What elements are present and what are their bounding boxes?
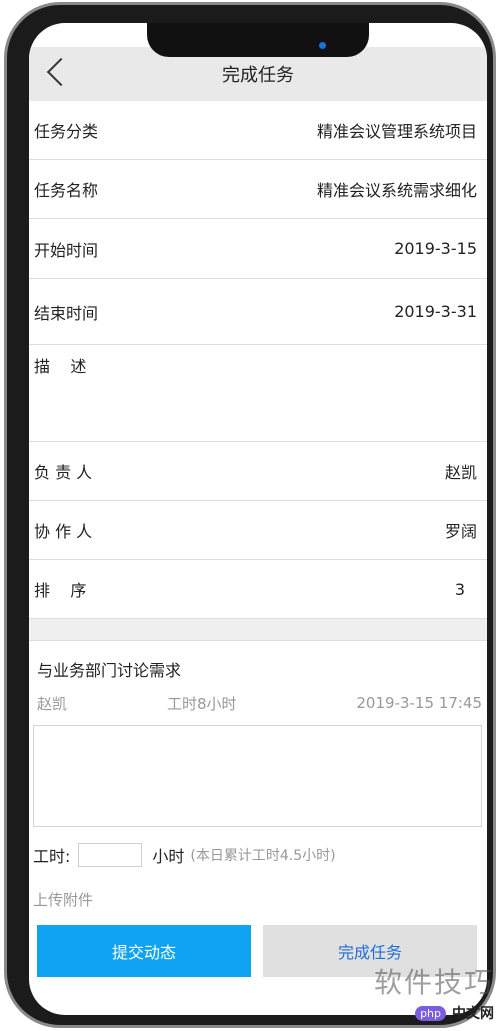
field-label: 协 作 人 bbox=[34, 522, 93, 541]
field-value: 2019-3-15 bbox=[394, 239, 477, 258]
signal-icon: ▁▃▅ bbox=[405, 31, 426, 43]
status-time: 02:18 bbox=[445, 30, 477, 44]
log-time: 2019-3-15 17:45 bbox=[356, 694, 482, 712]
field-label: 结束时间 bbox=[34, 303, 99, 323]
screen: ▁▃▅ 02:18 完成任务 任务分类 精准会议管理系统项目 任务名称 精准会议… bbox=[29, 23, 487, 1015]
submit-update-button[interactable]: 提交动态 bbox=[37, 925, 251, 977]
chevron-left-icon bbox=[46, 57, 76, 87]
field-row-end-date[interactable]: 结束时间 2019-3-31 bbox=[29, 279, 487, 345]
hours-unit: 小时 bbox=[152, 847, 185, 866]
field-value: 精准会议管理系统项目 bbox=[316, 122, 477, 141]
hours-label: 工时: bbox=[33, 847, 71, 866]
wifi-icon bbox=[385, 32, 400, 42]
task-details: 任务分类 精准会议管理系统项目 任务名称 精准会议系统需求细化 开始时间 201… bbox=[29, 101, 487, 977]
section-divider bbox=[29, 619, 487, 641]
back-button[interactable] bbox=[43, 55, 76, 91]
battery-icon bbox=[431, 31, 440, 43]
field-row-start-date[interactable]: 开始时间 2019-3-15 bbox=[29, 219, 487, 279]
field-label: 描 述 bbox=[34, 357, 87, 376]
field-value: 精准会议系统需求细化 bbox=[316, 181, 477, 200]
hours-input[interactable] bbox=[78, 843, 143, 867]
field-row-order: 排 序 3 bbox=[29, 560, 487, 619]
page-title: 完成任务 bbox=[222, 65, 294, 86]
watermark: 软件技巧 php 中文网 bbox=[374, 961, 494, 1023]
field-row-category: 任务分类 精准会议管理系统项目 bbox=[29, 101, 487, 160]
log-entry-title: 与业务部门讨论需求 bbox=[37, 661, 182, 680]
upload-attachment-link[interactable]: 上传附件 bbox=[29, 883, 487, 915]
update-textarea[interactable] bbox=[33, 725, 482, 827]
log-hours: 工时8小时 bbox=[167, 694, 237, 713]
field-value: 3 bbox=[454, 579, 465, 599]
phone-frame: ▁▃▅ 02:18 完成任务 任务分类 精准会议管理系统项目 任务名称 精准会议… bbox=[4, 2, 496, 1028]
field-value: 赵凯 bbox=[444, 463, 477, 482]
watermark-text: 软件技巧 bbox=[373, 966, 494, 999]
field-row-owner: 负 责 人 赵凯 bbox=[29, 442, 487, 501]
log-entry-meta: 赵凯 工时8小时 2019-3-15 17:45 bbox=[29, 685, 487, 721]
hours-note: (本日累计工时4.5小时) bbox=[190, 848, 336, 864]
field-label: 任务名称 bbox=[34, 181, 99, 200]
hours-entry: 工时: 小时 (本日累计工时4.5小时) bbox=[29, 827, 487, 883]
field-label: 负 责 人 bbox=[34, 463, 93, 482]
notch bbox=[147, 23, 369, 57]
log-person: 赵凯 bbox=[37, 694, 68, 713]
field-value: 2019-3-31 bbox=[394, 302, 477, 321]
watermark-site: php 中文网 bbox=[415, 1003, 494, 1023]
php-logo: php bbox=[415, 1005, 446, 1021]
field-label: 开始时间 bbox=[34, 240, 99, 260]
watermark-site-name: 中文网 bbox=[452, 1006, 494, 1022]
field-value: 罗阔 bbox=[444, 522, 477, 541]
status-bar: ▁▃▅ 02:18 bbox=[385, 26, 477, 48]
field-row-collaborator: 协 作 人 罗阔 bbox=[29, 501, 487, 560]
field-row-description: 描 述 bbox=[29, 345, 487, 442]
field-row-name: 任务名称 精准会议系统需求细化 bbox=[29, 160, 487, 219]
camera-dot bbox=[319, 42, 326, 49]
field-label: 排 序 bbox=[34, 581, 87, 600]
field-label: 任务分类 bbox=[34, 122, 99, 141]
